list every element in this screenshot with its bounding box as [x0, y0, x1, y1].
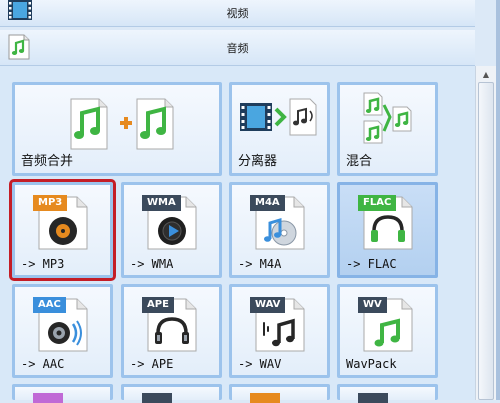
partial-format-icon: [358, 393, 388, 403]
m4a-cd-icon: M4A: [250, 195, 312, 251]
tile-label: -> WMA: [130, 257, 174, 271]
category-audio-header[interactable]: 音频: [0, 30, 475, 66]
tile-label: 混合: [346, 154, 373, 169]
tile-wav[interactable]: WAV -> WAV: [229, 284, 330, 378]
audio-merge-icon: [70, 98, 174, 150]
mix-icon: [363, 92, 412, 144]
format-tag: FLAC: [358, 195, 397, 211]
tile-mp3[interactable]: MP3 -> MP3: [9, 179, 116, 281]
format-tag: WMA: [142, 195, 181, 211]
scroll-up-arrow-icon[interactable]: ▲: [480, 68, 492, 80]
vertical-scrollbar[interactable]: ▲: [475, 66, 496, 400]
tile-label: -> WAV: [238, 357, 282, 371]
tile-row4-1[interactable]: [12, 384, 113, 403]
tile-label: -> M4A: [238, 257, 282, 271]
category-video-header[interactable]: 视频: [0, 0, 475, 27]
scrollbar-thumb[interactable]: [478, 82, 494, 400]
aac-speaker-icon: AAC: [33, 297, 95, 353]
tile-label: WavPack: [346, 357, 397, 371]
partial-format-icon: [33, 393, 63, 403]
format-tag: AAC: [33, 297, 66, 313]
partial-format-icon: [142, 393, 172, 403]
format-tag: MP3: [33, 195, 68, 211]
tile-ape[interactable]: APE -> APE: [121, 284, 222, 378]
wav-note-icon: WAV: [250, 297, 312, 353]
tile-label: 音频合并: [21, 154, 74, 169]
category-video-label: 视频: [226, 7, 249, 20]
ape-headphones-icon: APE: [142, 297, 204, 353]
tile-mix[interactable]: 混合: [337, 82, 438, 176]
tile-label: -> FLAC: [346, 257, 397, 271]
tile-aac[interactable]: AAC -> AAC: [12, 284, 113, 378]
window-edge: [496, 0, 500, 400]
tile-row4-3[interactable]: [229, 384, 330, 403]
mp3-disc-icon: MP3: [33, 195, 95, 251]
tile-label: -> AAC: [21, 357, 65, 371]
audio-file-icon: [8, 34, 30, 60]
tile-audio-merge[interactable]: 音频合并: [12, 82, 222, 176]
video-film-icon: [8, 0, 32, 20]
partial-format-icon: [250, 393, 280, 403]
tile-splitter[interactable]: 分离器: [229, 82, 330, 176]
tile-wavpack[interactable]: WV WavPack: [337, 284, 438, 378]
flac-headphones-icon: FLAC: [358, 195, 420, 251]
tile-label: -> APE: [130, 357, 174, 371]
tile-wma[interactable]: WMA -> WMA: [121, 182, 222, 278]
tile-label: 分离器: [238, 154, 278, 169]
format-tag: WV: [358, 297, 387, 313]
wma-disc-icon: WMA: [142, 195, 204, 251]
tile-flac[interactable]: FLAC -> FLAC: [337, 182, 438, 278]
format-tag: APE: [142, 297, 174, 313]
wavpack-note-icon: WV: [358, 297, 420, 353]
format-tag: M4A: [250, 195, 285, 211]
tile-row4-4[interactable]: [337, 384, 438, 403]
tile-label: -> MP3: [21, 257, 65, 271]
tile-row4-2[interactable]: [121, 384, 222, 403]
format-tag: WAV: [250, 297, 286, 313]
splitter-icon: [240, 98, 317, 136]
category-audio-label: 音频: [226, 41, 249, 55]
tile-m4a[interactable]: M4A -> M4A: [229, 182, 330, 278]
